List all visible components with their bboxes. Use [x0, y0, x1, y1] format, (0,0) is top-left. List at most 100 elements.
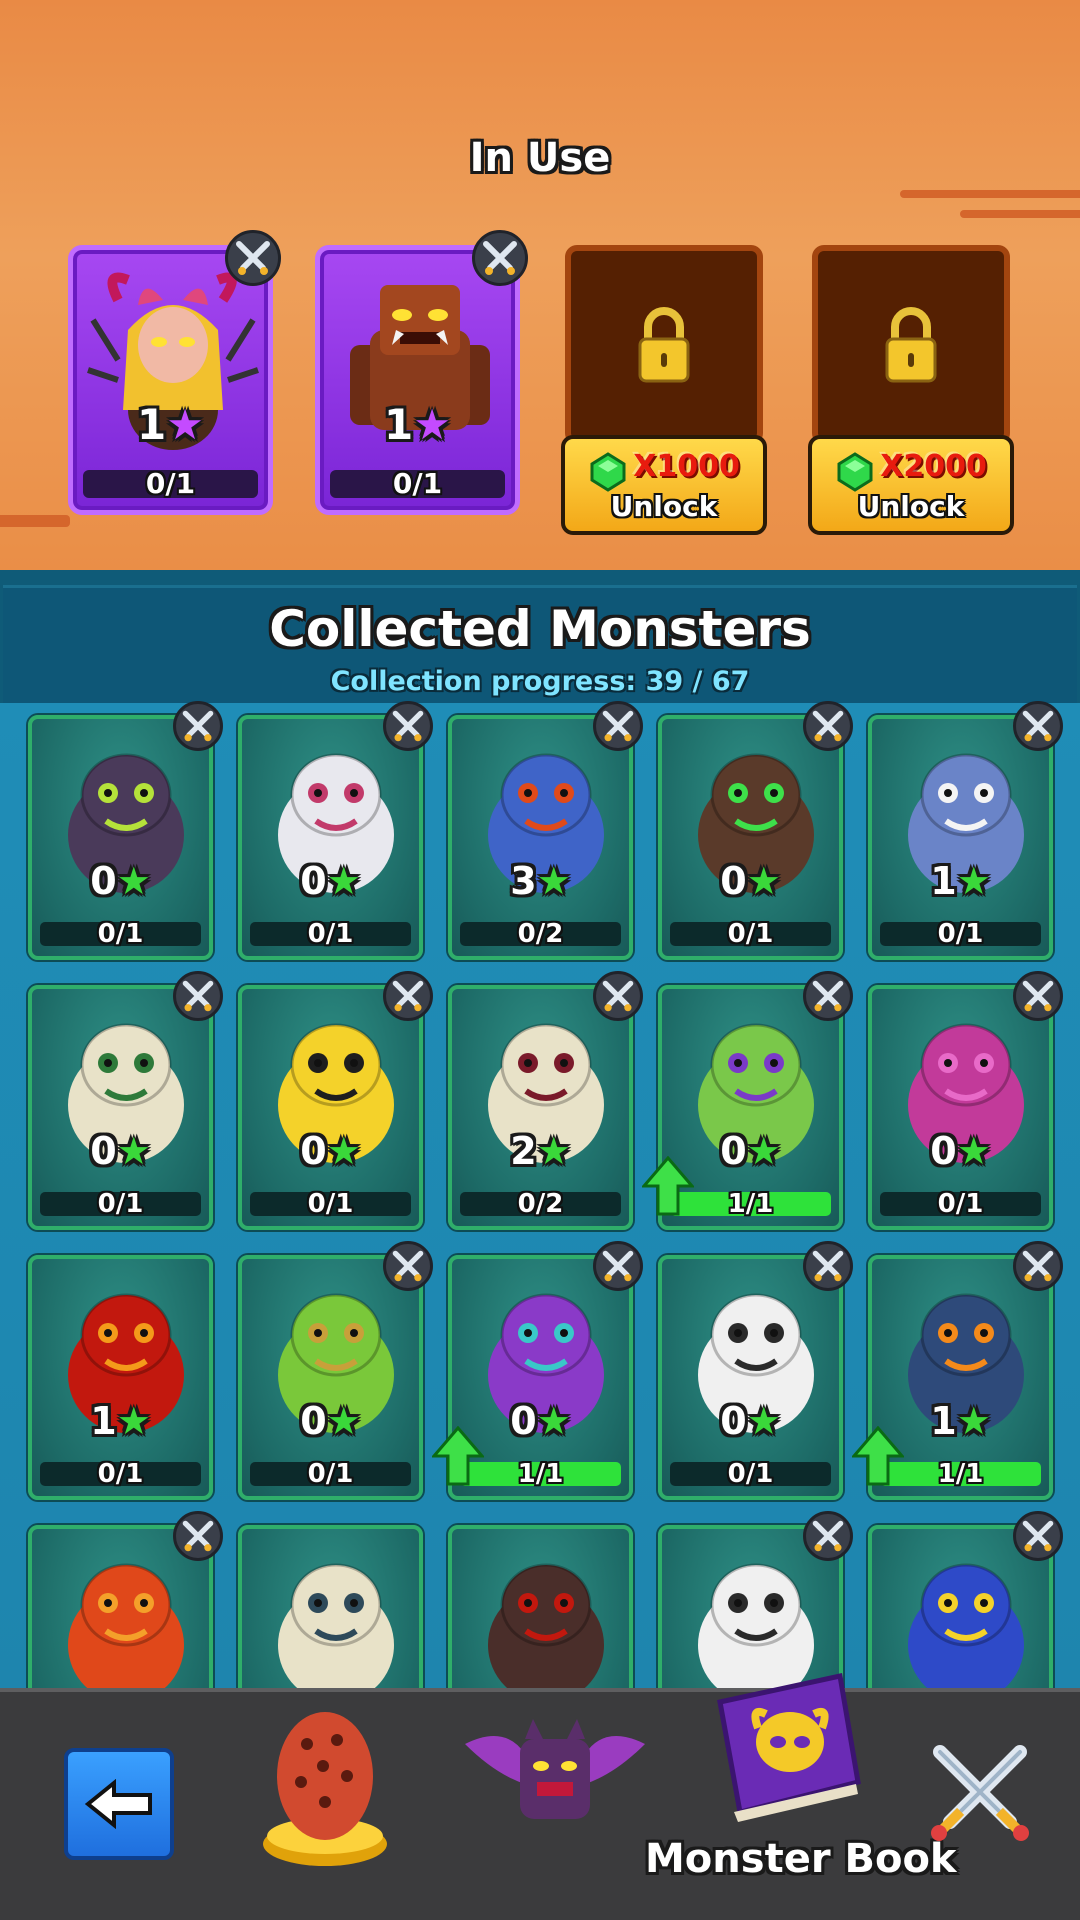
star-level: 1★	[384, 400, 451, 449]
collected-header: Collected Monsters Collection progress: …	[3, 585, 1077, 703]
monster-card-skull[interactable]: 0★ 0/1	[658, 1255, 843, 1500]
battle-swords-icon	[472, 230, 528, 286]
nav-battle[interactable]	[925, 1737, 1035, 1851]
in-use-slot-2[interactable]: 1★ 0/1	[315, 245, 520, 515]
monster-card-scarecrow[interactable]: 1★ 1/1	[852, 1255, 1053, 1500]
card-progress-bar: 0/1	[880, 921, 1041, 947]
nav-monster-book[interactable]	[700, 1662, 870, 1836]
bottom-nav: Monster Book	[0, 1673, 1080, 1920]
card-progress-bar: 0/1	[250, 921, 411, 947]
star-level: 0★	[300, 1399, 361, 1443]
star-level: 1★	[90, 1399, 151, 1443]
upgrade-arrow-icon	[432, 1426, 484, 1486]
purple-star-icon: ★	[413, 400, 451, 449]
unlock-button-2[interactable]: X2000 Unlock	[808, 435, 1014, 535]
nav-monsters[interactable]	[455, 1704, 655, 1838]
green-star-icon: ★	[956, 1129, 991, 1173]
star-level: 0★	[930, 1129, 991, 1173]
card-progress-bar: 1/1	[460, 1461, 621, 1487]
monster-card-lava-golem[interactable]: 3★ 0/2	[448, 715, 633, 960]
card-progress-bar: 0/1	[880, 1191, 1041, 1217]
card-progress-bar: 0/1	[40, 1191, 201, 1217]
monster-card-carnivore-plant[interactable]: 0★ 1/1	[432, 1255, 633, 1500]
monster-card-skeleton-hat[interactable]: 0★ 0/1	[28, 985, 213, 1230]
battle-swords-icon	[803, 1511, 853, 1561]
star-level: 0★	[300, 1129, 361, 1173]
star-level: 1★	[137, 400, 204, 449]
padlock-icon	[885, 307, 937, 383]
in-use-panel: In Use 1★ 0/1 1★ 0/1 X1000 Unlock X2000 …	[0, 0, 1080, 570]
card-progress-bar: 0/2	[460, 1191, 621, 1217]
star-level: 0★	[720, 859, 781, 903]
monster-book-icon	[717, 1673, 861, 1822]
battle-swords-icon	[803, 971, 853, 1021]
upgrade-arrow-icon	[852, 1426, 904, 1486]
green-star-icon: ★	[536, 859, 571, 903]
battle-swords-icon	[173, 971, 223, 1021]
monster-card-ghost-skull[interactable]: 0★ 0/1	[238, 715, 423, 960]
battle-swords-icon	[1013, 1511, 1063, 1561]
green-star-icon: ★	[746, 1129, 781, 1173]
green-star-icon: ★	[326, 1129, 361, 1173]
unlock-button-1[interactable]: X1000 Unlock	[561, 435, 767, 535]
monster-card-skeleton-mage[interactable]: 2★ 0/2	[448, 985, 633, 1230]
bat-monster-icon	[465, 1719, 645, 1819]
battle-swords-icon	[383, 1241, 433, 1291]
battle-swords-icon	[173, 701, 223, 751]
battle-swords-icon	[225, 230, 281, 286]
egg-icon	[263, 1712, 387, 1866]
card-progress-bar: 1/1	[880, 1461, 1041, 1487]
in-use-slot-1[interactable]: 1★ 0/1	[68, 245, 273, 515]
monster-card-bat[interactable]: 0★ 0/1	[28, 715, 213, 960]
locked-slot-2: X2000 Unlock	[808, 245, 1014, 535]
green-star-icon: ★	[536, 1399, 571, 1443]
star-level: 2★	[510, 1129, 571, 1173]
star-level: 1★	[930, 859, 991, 903]
in-use-title: In Use	[469, 135, 611, 181]
battle-swords-icon	[173, 1511, 223, 1561]
star-level: 0★	[300, 859, 361, 903]
nav-egg[interactable]	[255, 1704, 395, 1878]
green-star-icon: ★	[956, 1399, 991, 1443]
star-level: 0★	[720, 1399, 781, 1443]
star-level: 3★	[510, 859, 571, 903]
card-progress-bar: 0/1	[250, 1461, 411, 1487]
card-progress-bar: 0/2	[460, 921, 621, 947]
monster-card-wolf[interactable]: 1★ 0/1	[868, 715, 1053, 960]
monster-card-fire-demon[interactable]: 1★ 0/1	[28, 1255, 213, 1500]
green-star-icon: ★	[536, 1129, 571, 1173]
back-button[interactable]	[64, 1748, 174, 1860]
battle-swords-icon	[593, 701, 643, 751]
battle-swords-icon	[803, 1241, 853, 1291]
bg-streak	[960, 210, 1080, 218]
star-level: 0★	[90, 859, 151, 903]
card-progress-bar: 0/1	[40, 921, 201, 947]
unlock-cost: X2000	[812, 449, 1010, 492]
crossed-swords-icon	[931, 1745, 1029, 1841]
monster-card-dragon[interactable]: 0★ 0/1	[868, 985, 1053, 1230]
green-star-icon: ★	[116, 1399, 151, 1443]
unlock-label: Unlock	[610, 490, 718, 523]
bg-streak	[900, 190, 1080, 198]
emerald-gem-icon	[590, 451, 626, 492]
battle-swords-icon	[593, 971, 643, 1021]
monster-card-snake[interactable]: 0★ 0/1	[238, 1255, 423, 1500]
collection-progress: Collection progress: 39 / 67	[330, 666, 750, 697]
monster-card-tree-ent[interactable]: 0★ 0/1	[658, 715, 843, 960]
green-star-icon: ★	[746, 859, 781, 903]
back-arrow-icon	[84, 1779, 152, 1829]
card-progress-bar: 0/1	[40, 1461, 201, 1487]
collected-title: Collected Monsters	[269, 600, 811, 658]
battle-swords-icon	[383, 701, 433, 751]
battle-swords-icon	[803, 701, 853, 751]
locked-slot-1: X1000 Unlock	[561, 245, 767, 535]
battle-swords-icon	[1013, 701, 1063, 751]
monster-card-goblin-medusa[interactable]: 0★ 1/1	[642, 985, 843, 1230]
battle-swords-icon	[1013, 1241, 1063, 1291]
purple-star-icon: ★	[166, 400, 204, 449]
bg-streak	[0, 515, 70, 527]
green-star-icon: ★	[956, 859, 991, 903]
green-star-icon: ★	[116, 859, 151, 903]
monster-card-bee[interactable]: 0★ 0/1	[238, 985, 423, 1230]
upgrade-arrow-icon	[642, 1156, 694, 1216]
